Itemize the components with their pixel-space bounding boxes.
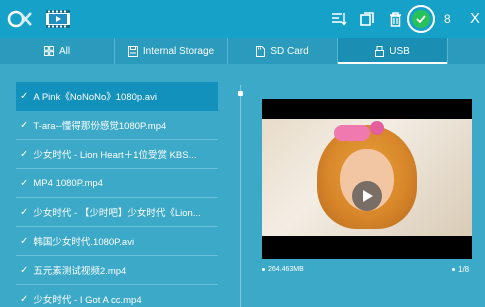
usb-icon bbox=[375, 45, 385, 57]
file-name: 少女时代 - 【少时吧】少女时代《Lion... bbox=[33, 208, 201, 219]
tab-label: Internal Storage bbox=[142, 45, 215, 57]
storage-tabs: All Internal Storage SD Card USB bbox=[0, 38, 485, 64]
thumbnail-bow bbox=[334, 125, 370, 141]
video-film-icon[interactable] bbox=[45, 8, 71, 30]
file-name: 五元素测试视频2.mp4 bbox=[33, 266, 127, 277]
file-size: 264.463MB bbox=[262, 266, 304, 273]
tabs-spacer bbox=[448, 38, 485, 64]
grid-icon bbox=[43, 46, 54, 56]
list-item[interactable]: ✓ 五元素测试视频2.mp4 bbox=[16, 256, 218, 285]
tab-internal-storage[interactable]: Internal Storage bbox=[115, 38, 228, 64]
video-preview[interactable] bbox=[262, 99, 472, 259]
file-name: A Pink《NoNoNo》1080p.avi bbox=[33, 92, 157, 103]
tab-label: USB bbox=[389, 45, 410, 57]
trash-icon[interactable] bbox=[386, 8, 404, 30]
tab-label: SD Card bbox=[270, 45, 309, 57]
check-icon: ✓ bbox=[20, 177, 29, 189]
select-all-check-icon[interactable] bbox=[407, 5, 435, 33]
list-item[interactable]: ✓ 少女时代 - 【少时吧】少女时代《Lion... bbox=[16, 198, 218, 227]
video-thumbnail bbox=[262, 119, 472, 236]
file-name: 少女时代 - Lion Heart＋1位受赏 KBS... bbox=[33, 150, 197, 161]
check-icon: ✓ bbox=[20, 119, 29, 131]
list-item[interactable]: ✓ T-ara--懂得那份感觉1080P.mp4 bbox=[16, 111, 218, 140]
tab-usb[interactable]: USB bbox=[338, 38, 448, 64]
file-list: ✓ A Pink《NoNoNo》1080p.avi ✓ T-ara--懂得那份感觉1… bbox=[16, 82, 218, 307]
list-item[interactable]: ✓ 少女时代 - I Got A cc.mp4 bbox=[16, 285, 218, 307]
list-item[interactable]: ✓ MP4 1080P.mp4 bbox=[16, 169, 218, 198]
selected-count: 8 bbox=[444, 12, 451, 26]
check-icon: ✓ bbox=[20, 206, 29, 218]
list-item[interactable]: ✓ 韩国少女时代.1080P.avi bbox=[16, 227, 218, 256]
check-icon: ✓ bbox=[20, 293, 29, 305]
play-icon[interactable] bbox=[352, 181, 382, 211]
file-size-value: 264.463MB bbox=[268, 266, 304, 273]
top-toolbar: 8 X bbox=[0, 0, 485, 38]
tab-label: All bbox=[58, 45, 71, 57]
file-name: T-ara--懂得那份感觉1080P.mp4 bbox=[33, 121, 167, 132]
bullet-icon bbox=[452, 268, 455, 271]
thumbnail-bow-knot bbox=[370, 121, 384, 135]
scroll-track[interactable] bbox=[240, 85, 241, 307]
sort-list-icon[interactable] bbox=[330, 8, 348, 30]
check-icon: ✓ bbox=[20, 90, 29, 102]
scroll-thumb[interactable] bbox=[238, 91, 243, 96]
check-icon: ✓ bbox=[20, 264, 29, 276]
list-item[interactable]: ✓ 少女时代 - Lion Heart＋1位受赏 KBS... bbox=[16, 140, 218, 169]
file-name: MP4 1080P.mp4 bbox=[33, 177, 103, 189]
tab-all[interactable]: All bbox=[0, 38, 115, 64]
list-item[interactable]: ✓ A Pink《NoNoNo》1080p.avi bbox=[16, 82, 218, 111]
tab-sd-card[interactable]: SD Card bbox=[228, 38, 338, 64]
copy-icon[interactable] bbox=[358, 8, 376, 30]
sd-card-icon bbox=[256, 45, 266, 57]
check-icon: ✓ bbox=[20, 148, 29, 160]
close-button[interactable]: X bbox=[470, 10, 480, 27]
page-value: 1/8 bbox=[458, 265, 470, 274]
storage-icon bbox=[127, 45, 138, 57]
bullet-icon bbox=[262, 268, 265, 271]
page-indicator: 1/8 bbox=[452, 265, 469, 274]
app-logo-icon[interactable] bbox=[6, 8, 34, 30]
check-icon: ✓ bbox=[20, 235, 29, 247]
file-name: 韩国少女时代.1080P.avi bbox=[33, 237, 135, 248]
file-name: 少女时代 - I Got A cc.mp4 bbox=[33, 295, 142, 306]
